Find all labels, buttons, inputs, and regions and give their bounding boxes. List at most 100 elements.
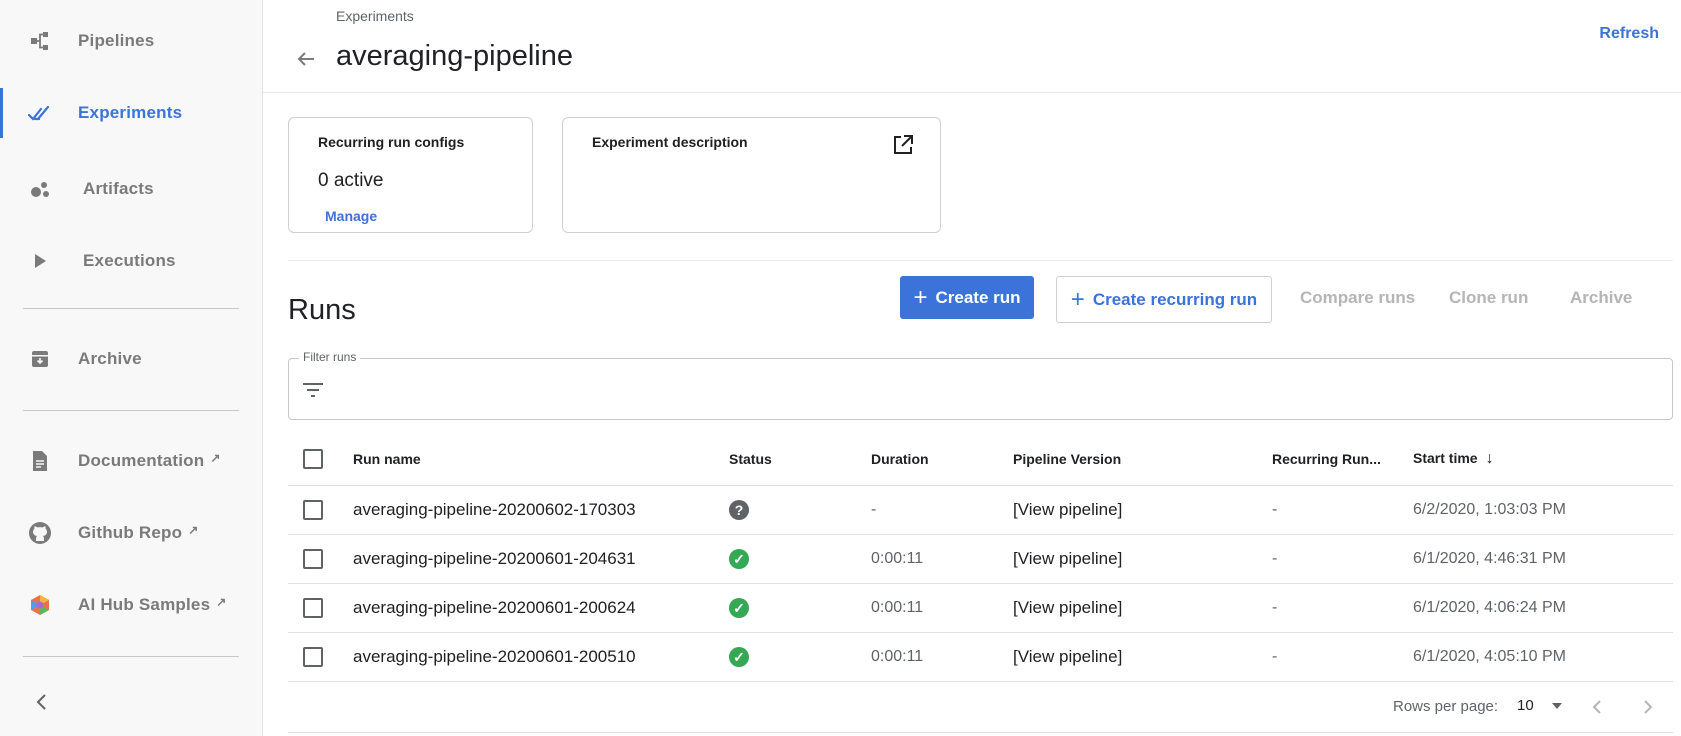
sidebar-item-documentation[interactable]: Documentation ↗ bbox=[0, 436, 262, 486]
dropdown-caret-icon[interactable] bbox=[1549, 698, 1565, 714]
row-checkbox[interactable] bbox=[303, 549, 323, 569]
sidebar-item-label-documentation: Documentation ↗ bbox=[78, 451, 221, 471]
table-row[interactable]: averaging-pipeline-20200601-204631 ✓ 0:0… bbox=[288, 535, 1673, 584]
recurring-run-cell: - bbox=[1272, 550, 1278, 567]
sidebar-item-label: Executions bbox=[83, 251, 176, 270]
column-header-pipeline-version[interactable]: Pipeline Version bbox=[1013, 451, 1121, 467]
rows-per-page-select[interactable]: 10 bbox=[1517, 697, 1534, 714]
status-cell: ✓ bbox=[729, 598, 749, 618]
create-run-label: Create run bbox=[935, 287, 1021, 307]
active-count: 0 active bbox=[318, 170, 384, 191]
status-succeeded-icon: ✓ bbox=[729, 598, 749, 618]
sidebar-item-label: Archive bbox=[78, 349, 142, 368]
plus-icon: + bbox=[1070, 285, 1085, 313]
sidebar-item-github[interactable]: Github Repo ↗ bbox=[0, 508, 262, 558]
sidebar-item-label: Pipelines bbox=[78, 31, 155, 50]
sort-descending-icon: ↓ bbox=[1485, 450, 1494, 468]
sidebar-item-pipelines[interactable]: Pipelines bbox=[0, 16, 262, 66]
archive-icon bbox=[28, 347, 52, 371]
github-icon bbox=[28, 521, 52, 545]
document-icon bbox=[28, 449, 52, 473]
start-time-cell: 6/1/2020, 4:46:31 PM bbox=[1413, 550, 1566, 567]
executions-icon bbox=[28, 249, 52, 273]
table-row[interactable]: averaging-pipeline-20200602-170303 ? - [… bbox=[288, 486, 1673, 535]
column-header-status[interactable]: Status bbox=[729, 451, 772, 467]
refresh-button[interactable]: Refresh bbox=[1599, 25, 1659, 43]
view-pipeline-link[interactable]: [View pipeline] bbox=[1013, 549, 1122, 569]
sidebar-item-experiments[interactable]: Experiments bbox=[0, 88, 262, 138]
filter-runs-input[interactable]: Filter runs bbox=[288, 350, 1673, 420]
sidebar-item-label: AI Hub Samples bbox=[78, 595, 211, 614]
clone-run-button[interactable]: Clone run bbox=[1449, 288, 1528, 308]
ai-hub-icon bbox=[28, 593, 52, 617]
table-header: Run name Status Duration Pipeline Versio… bbox=[288, 433, 1673, 486]
back-arrow-icon[interactable] bbox=[292, 45, 320, 73]
breadcrumb[interactable]: Experiments bbox=[336, 8, 414, 24]
run-name-link[interactable]: averaging-pipeline-20200601-204631 bbox=[353, 549, 636, 569]
start-time-cell: 6/2/2020, 1:03:03 PM bbox=[1413, 501, 1566, 518]
create-recurring-run-label: Create recurring run bbox=[1092, 289, 1258, 309]
create-recurring-run-button[interactable]: + Create recurring run bbox=[1056, 276, 1272, 323]
row-checkbox[interactable] bbox=[303, 647, 323, 667]
archive-button[interactable]: Archive bbox=[1570, 288, 1632, 308]
duration-cell: 0:00:11 bbox=[871, 599, 924, 616]
collapse-sidebar-icon[interactable] bbox=[30, 690, 54, 714]
status-unknown-icon: ? bbox=[729, 500, 749, 520]
column-header-recurring-run[interactable]: Recurring Run... bbox=[1272, 451, 1381, 467]
external-link-icon: ↗ bbox=[188, 523, 199, 537]
header-divider bbox=[263, 92, 1681, 93]
row-checkbox[interactable] bbox=[303, 500, 323, 520]
open-external-icon[interactable] bbox=[892, 134, 914, 156]
run-name-link[interactable]: averaging-pipeline-20200601-200510 bbox=[353, 647, 636, 667]
plus-icon: + bbox=[913, 283, 928, 311]
start-time-cell: 6/1/2020, 4:05:10 PM bbox=[1413, 648, 1566, 665]
duration-cell: - bbox=[871, 501, 877, 518]
section-divider bbox=[288, 260, 1673, 261]
filter-label: Filter runs bbox=[299, 350, 361, 364]
compare-runs-button[interactable]: Compare runs bbox=[1300, 288, 1415, 308]
experiments-icon bbox=[28, 101, 52, 125]
footer-divider bbox=[288, 732, 1673, 733]
recurring-run-cell: - bbox=[1272, 501, 1278, 518]
external-link-icon: ↗ bbox=[216, 595, 227, 609]
recurring-run-configs-card: Recurring run configs 0 active Manage bbox=[288, 117, 533, 233]
column-header-duration[interactable]: Duration bbox=[871, 451, 929, 467]
sidebar-item-executions[interactable]: Executions bbox=[0, 236, 262, 286]
rows-per-page-label: Rows per page: bbox=[1393, 698, 1499, 715]
row-checkbox[interactable] bbox=[303, 598, 323, 618]
start-time-label: Start time bbox=[1413, 449, 1478, 466]
sidebar: Pipelines Experiments Artifacts Executio… bbox=[0, 0, 263, 736]
sidebar-item-label-ai-hub: AI Hub Samples ↗ bbox=[78, 595, 226, 615]
sidebar-divider bbox=[23, 308, 239, 309]
sidebar-item-ai-hub[interactable]: AI Hub Samples ↗ bbox=[0, 580, 262, 630]
run-name-link[interactable]: averaging-pipeline-20200602-170303 bbox=[353, 500, 636, 520]
view-pipeline-link[interactable]: [View pipeline] bbox=[1013, 598, 1122, 618]
sidebar-item-label: Github Repo bbox=[78, 523, 183, 542]
table-row[interactable]: averaging-pipeline-20200601-200510 ✓ 0:0… bbox=[288, 633, 1673, 682]
sidebar-item-archive[interactable]: Archive bbox=[0, 334, 262, 384]
column-header-start-time[interactable]: Start time ↓ bbox=[1413, 450, 1494, 468]
pipelines-icon bbox=[28, 29, 52, 53]
select-all-checkbox[interactable] bbox=[303, 449, 323, 469]
column-header-run-name[interactable]: Run name bbox=[353, 451, 421, 467]
filter-icon bbox=[301, 380, 325, 400]
status-cell: ✓ bbox=[729, 647, 749, 667]
view-pipeline-link[interactable]: [View pipeline] bbox=[1013, 647, 1122, 667]
runs-table: Run name Status Duration Pipeline Versio… bbox=[288, 433, 1673, 682]
external-link-icon: ↗ bbox=[210, 451, 221, 465]
previous-page-icon[interactable] bbox=[1586, 696, 1608, 718]
status-cell: ✓ bbox=[729, 549, 749, 569]
create-run-button[interactable]: + Create run bbox=[900, 276, 1034, 319]
view-pipeline-link[interactable]: [View pipeline] bbox=[1013, 500, 1122, 520]
sidebar-item-label: Experiments bbox=[78, 103, 183, 122]
run-name-link[interactable]: averaging-pipeline-20200601-200624 bbox=[353, 598, 636, 618]
sidebar-divider bbox=[23, 656, 239, 657]
card-title: Experiment description bbox=[592, 134, 748, 150]
table-row[interactable]: averaging-pipeline-20200601-200624 ✓ 0:0… bbox=[288, 584, 1673, 633]
duration-cell: 0:00:11 bbox=[871, 648, 924, 665]
manage-link[interactable]: Manage bbox=[325, 208, 377, 224]
artifacts-icon bbox=[28, 177, 52, 201]
sidebar-divider bbox=[23, 410, 239, 411]
sidebar-item-artifacts[interactable]: Artifacts bbox=[0, 164, 262, 214]
next-page-icon[interactable] bbox=[1637, 696, 1659, 718]
